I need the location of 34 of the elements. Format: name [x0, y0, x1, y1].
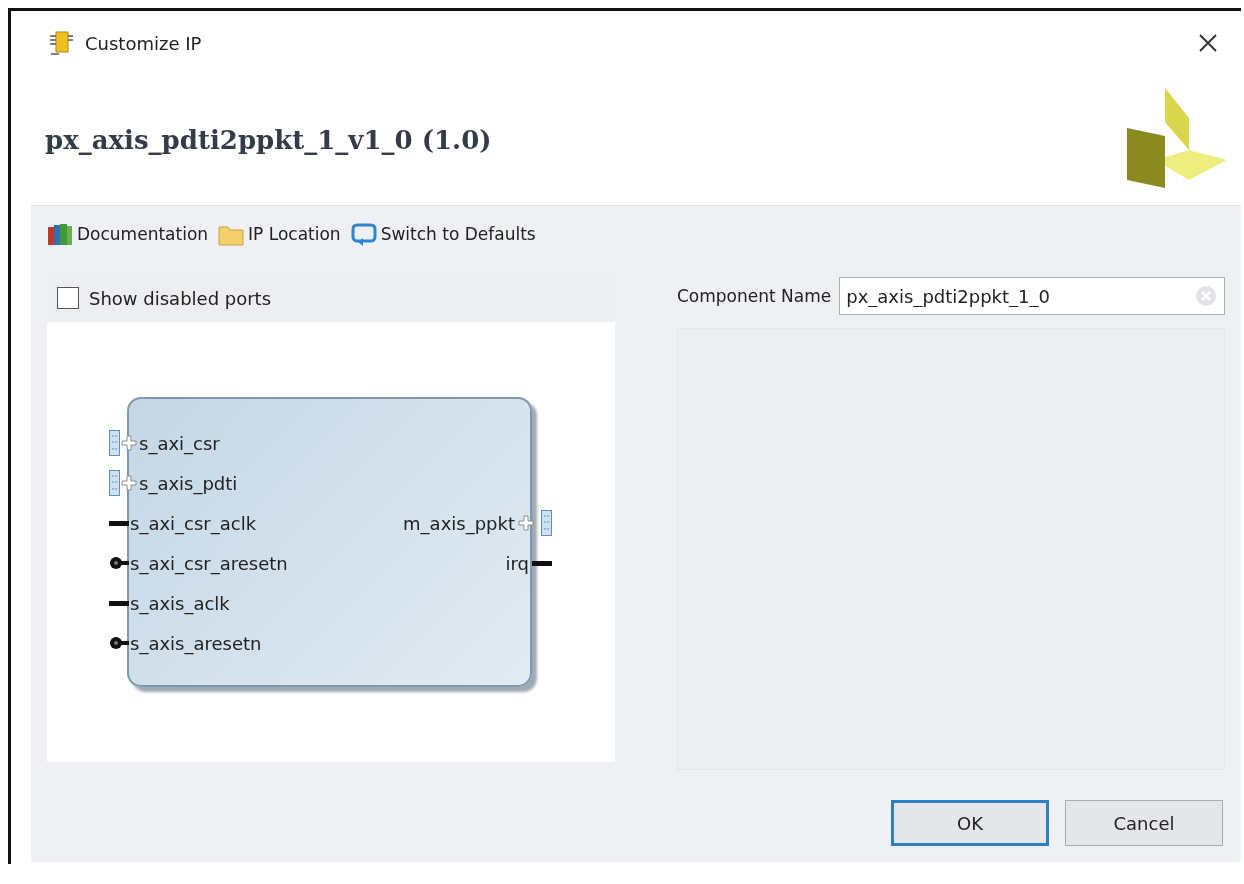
dialog-button[interactable]: OK	[891, 800, 1049, 846]
port-label: s_axis_pdti	[139, 472, 238, 494]
ip-title: px_axis_pdti2ppkt_1_v1_0 (1.0)	[45, 125, 492, 155]
port-pin-icon	[532, 560, 552, 566]
toolbar-button[interactable]: Documentation	[45, 221, 211, 247]
port-label: s_axis_aresetn	[130, 632, 262, 654]
port-label: s_axi_csr_aclk	[130, 512, 257, 534]
bus-port-icon	[541, 510, 552, 536]
expand-icon[interactable]	[121, 435, 137, 451]
ip-chip-icon	[49, 30, 75, 56]
port-pin-icon	[109, 600, 129, 606]
inverted-pin-icon	[109, 556, 129, 570]
port-label: m_axis_ppkt	[403, 512, 515, 534]
port-label: s_axis_aclk	[130, 592, 230, 614]
bus-port-icon	[109, 470, 120, 496]
dialog-button[interactable]: Cancel	[1065, 800, 1223, 846]
port-label: irq	[505, 552, 529, 574]
close-icon[interactable]	[1197, 32, 1219, 54]
books-icon	[47, 221, 73, 247]
bus-port-icon	[109, 430, 120, 456]
toolbar-button[interactable]: IP Location	[216, 221, 343, 247]
expand-icon[interactable]	[121, 475, 137, 491]
window-title: Customize IP	[85, 32, 203, 54]
refresh-icon	[350, 221, 377, 247]
field-label: Component Name	[677, 286, 832, 306]
port-label: s_axi_csr	[139, 432, 220, 454]
toolbar-button[interactable]: Switch to Defaults	[348, 221, 538, 247]
port-pin-icon	[109, 520, 129, 526]
checkbox-label: Show disabled ports	[89, 287, 272, 309]
checkbox[interactable]	[57, 287, 79, 309]
inverted-pin-icon	[109, 636, 129, 650]
component-name-field[interactable]: px_axis_pdti2ppkt_1_0	[839, 277, 1225, 315]
port-label: s_axi_csr_aresetn	[130, 552, 288, 574]
expand-icon[interactable]	[518, 515, 534, 531]
